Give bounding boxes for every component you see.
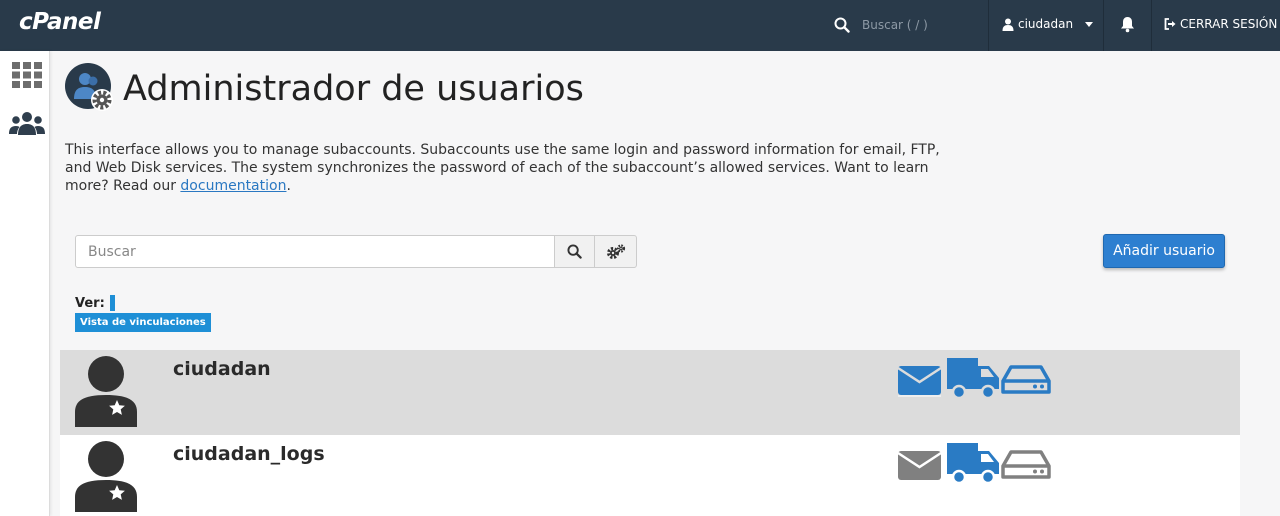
user-icon xyxy=(1002,18,1014,31)
add-user-button[interactable]: Añadir usuario xyxy=(1103,234,1225,268)
users-group-icon xyxy=(9,112,45,135)
page-description: This interface allows you to manage suba… xyxy=(65,141,945,195)
webdisk-icon[interactable] xyxy=(1001,357,1051,397)
nav-divider xyxy=(1151,0,1152,51)
view-label: Ver: xyxy=(75,295,115,311)
view-label-text: Ver: xyxy=(75,295,105,311)
search-icon xyxy=(567,244,582,259)
view-mode-badge[interactable]: Vista de vinculaciones xyxy=(75,313,211,332)
avatar-icon xyxy=(75,441,137,512)
logout-label: CERRAR SESIÓN xyxy=(1180,17,1278,31)
description-end: . xyxy=(286,178,291,194)
view-toggle-marker xyxy=(109,295,115,311)
username[interactable]: ciudadan xyxy=(173,358,271,380)
ftp-truck-icon[interactable] xyxy=(946,442,1000,486)
apps-grid-icon xyxy=(12,62,42,88)
logout-icon xyxy=(1164,18,1176,30)
sidebar-item-apps[interactable] xyxy=(12,62,42,92)
webdisk-icon[interactable] xyxy=(1001,442,1051,482)
email-icon[interactable] xyxy=(897,442,942,482)
nav-divider xyxy=(1103,0,1104,51)
user-row[interactable]: ciudadan xyxy=(60,350,1240,435)
username-label: ciudadan xyxy=(1018,17,1074,31)
main-content: Administrador de usuarios This interface… xyxy=(50,51,1280,516)
user-manager-icon xyxy=(65,63,115,117)
nav-search[interactable]: Buscar ( / ) xyxy=(834,15,928,35)
left-sidebar xyxy=(0,51,50,516)
sidebar-item-users[interactable] xyxy=(9,111,45,141)
gear-icon xyxy=(91,89,113,111)
user-row[interactable]: ciudadan_logs xyxy=(60,435,1240,516)
bell-icon xyxy=(1121,17,1134,33)
username[interactable]: ciudadan_logs xyxy=(173,443,325,465)
search-settings-button[interactable] xyxy=(595,235,637,268)
top-navbar: cPanel Buscar ( / ) ciudadan CERRAR SESI… xyxy=(0,0,1280,51)
page-title: Administrador de usuarios xyxy=(123,69,584,109)
nav-search-placeholder[interactable]: Buscar ( / ) xyxy=(862,18,928,32)
chevron-down-icon xyxy=(1085,21,1094,27)
user-menu[interactable]: ciudadan xyxy=(1002,17,1094,31)
gears-icon xyxy=(606,243,625,259)
search-input[interactable] xyxy=(75,235,555,268)
documentation-link[interactable]: documentation xyxy=(180,178,286,194)
ftp-truck-icon[interactable] xyxy=(946,357,1000,401)
search-icon xyxy=(834,17,850,33)
search-group xyxy=(75,235,637,268)
notifications-button[interactable] xyxy=(1120,16,1135,37)
search-button[interactable] xyxy=(555,235,595,268)
avatar-icon xyxy=(75,356,137,427)
nav-divider xyxy=(988,0,989,51)
cpanel-logo[interactable]: cPanel xyxy=(19,9,101,35)
logout-button[interactable]: CERRAR SESIÓN xyxy=(1164,17,1277,31)
email-icon[interactable] xyxy=(897,357,942,397)
